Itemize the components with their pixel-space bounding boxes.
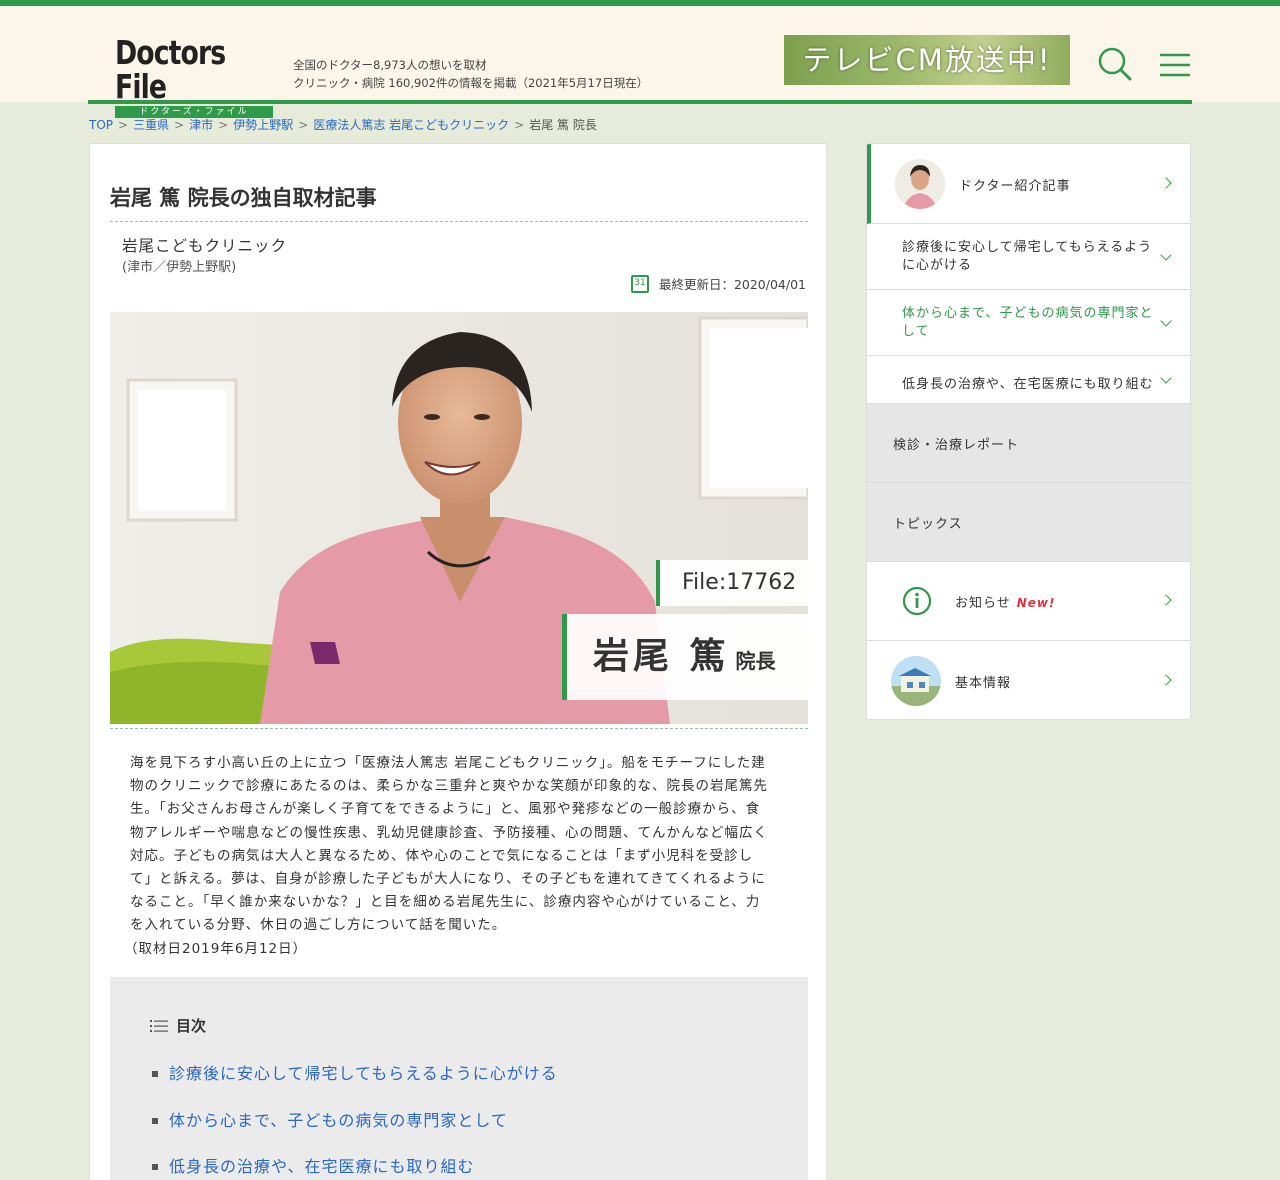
chevron-right-icon bbox=[1160, 177, 1172, 189]
image-divider bbox=[110, 728, 808, 729]
toc-item: 診療後に安心して帰宅してもらえるように心がける bbox=[152, 1051, 558, 1098]
breadcrumb: TOP > 三重県 > 津市 > 伊勢上野駅 > 医療法人篤志 岩尾こどもクリニック > 岩尾 篤 … bbox=[89, 116, 597, 133]
toc-title: 目次 bbox=[150, 1015, 206, 1036]
breadcrumb-separator: > bbox=[298, 118, 309, 132]
bullet-icon bbox=[152, 1071, 158, 1078]
sidebar-label: 体から心まで、子どもの病気の専門家と して bbox=[902, 305, 1153, 341]
lead-line: て」と訴える。夢は、自身が診療した子どもが大人になり、その子どもを連れてきてくれ… bbox=[130, 871, 766, 888]
sidebar-label-line: に心がける bbox=[902, 258, 973, 273]
toc-link[interactable]: 体から心まで、子どもの病気の専門家として bbox=[169, 1108, 508, 1134]
calendar-icon: 31 bbox=[630, 274, 649, 293]
lead-line: 物アレルギーや喘息などの慢性疾患、乳幼児健康診査、予防接種、心の問題、てんかんな… bbox=[130, 824, 768, 841]
doctor-thumbnail bbox=[895, 159, 945, 209]
search-icon bbox=[1098, 47, 1132, 81]
lead-line: 対応。子どもの病気は大人と異なるため、体や心のことで気になることは「まず小児科を… bbox=[130, 847, 754, 864]
tv-cm-banner[interactable]: テレビCM放送中! bbox=[784, 35, 1070, 85]
table-of-contents: 目次 診療後に安心して帰宅してもらえるように心がける 体から心まで、子どもの病気… bbox=[110, 977, 808, 1180]
lead-line: 海を見下ろす小高い丘の上に立つ「医療法人篤志 岩尾こどもクリニック」。船をモチー… bbox=[130, 755, 766, 771]
sidebar-label-line: 診療後に安心して帰宅してもらえるよう bbox=[902, 240, 1153, 255]
breadcrumb-separator: > bbox=[218, 118, 229, 132]
chevron-right-icon bbox=[1160, 594, 1172, 606]
clinic-name-link[interactable]: 岩尾こどもクリニック bbox=[122, 234, 287, 256]
chevron-down-icon bbox=[1160, 249, 1172, 261]
bullet-icon bbox=[152, 1117, 158, 1124]
site-logo[interactable]: Doctors File ドクターズ・ファイル bbox=[115, 36, 275, 118]
toc-link[interactable]: 診療後に安心して帰宅してもらえるように心がける bbox=[169, 1061, 558, 1087]
clinic-location: (津市／伊勢上野駅) bbox=[122, 260, 237, 275]
site-tagline: 全国のドクター8,973人の想いを取材 クリニック・病院 160,902件の情報… bbox=[293, 56, 648, 92]
sidebar-label: 診療後に安心して帰宅してもらえるよう に心がける bbox=[902, 239, 1152, 275]
breadcrumb-prefecture[interactable]: 三重県 bbox=[133, 118, 169, 132]
sidebar-label: 基本情報 bbox=[955, 676, 1012, 691]
breadcrumb-clinic[interactable]: 医療法人篤志 岩尾こどもクリニック bbox=[313, 118, 509, 132]
sidebar-label: 検診・治療レポート bbox=[893, 438, 1020, 453]
sidebar-item-doctor-intro[interactable]: ドクター紹介記事 bbox=[867, 144, 1190, 224]
sidebar-item-report[interactable]: 検診・治療レポート bbox=[867, 404, 1190, 483]
toc-link[interactable]: 低身長の治療や、在宅医療にも取り組む bbox=[169, 1154, 475, 1180]
sidebar-item-topics[interactable]: トピックス bbox=[867, 483, 1190, 562]
site-header: Doctors File ドクターズ・ファイル 全国のドクター8,973人の想い… bbox=[0, 6, 1280, 118]
sidebar-item-section-3[interactable]: 低身長の治療や、在宅医療にも取り組む bbox=[867, 356, 1190, 404]
clinic-avatar bbox=[891, 656, 941, 706]
article-sidebar: ドクター紹介記事 診療後に安心して帰宅してもらえるよう に心がける 体から心まで、… bbox=[866, 143, 1191, 720]
sidebar-label: 低身長の治療や、在宅医療にも取り組む bbox=[902, 377, 1154, 392]
sidebar-label-line: して bbox=[902, 324, 930, 339]
sidebar-item-basic-info[interactable]: 基本情報 bbox=[867, 641, 1190, 719]
article-lead: 海を見下ろす小高い丘の上に立つ「医療法人篤志 岩尾こどもクリニック」。船をモチー… bbox=[124, 752, 790, 961]
doctor-hero-image: File:17762 岩尾 篤院長 bbox=[110, 312, 808, 724]
last-updated: 31 最終更新日：2020/04/01 bbox=[630, 274, 806, 293]
hamburger-icon bbox=[1160, 53, 1190, 77]
toc-title-text: 目次 bbox=[176, 1017, 207, 1035]
lead-line: を入れている分野、休日の過ごし方について話を聞いた。 bbox=[130, 917, 507, 934]
breadcrumb-current: 岩尾 篤 院長 bbox=[529, 118, 597, 132]
breadcrumb-station[interactable]: 伊勢上野駅 bbox=[233, 118, 293, 132]
lead-line: 物のクリニックで診療にあたるのは、柔らかな三重弁と爽やかな笑顔が印象的な、院長の… bbox=[130, 778, 768, 795]
lead-line: 生。「お父さんお母さんが楽しく子育てをできるように」と、風邪や発疹などの一般診療… bbox=[130, 801, 761, 818]
toc-item: 低身長の治療や、在宅医療にも取り組む bbox=[152, 1144, 558, 1180]
file-number: File:17762 bbox=[656, 560, 808, 606]
list-icon bbox=[150, 1019, 168, 1032]
logo-title: Doctors File bbox=[115, 33, 226, 106]
toc-item: 体から心まで、子どもの病気の専門家として bbox=[152, 1098, 558, 1145]
breadcrumb-top[interactable]: TOP bbox=[89, 118, 113, 132]
header-underline bbox=[88, 100, 1192, 104]
sidebar-label: トピックス bbox=[893, 517, 963, 532]
search-button[interactable] bbox=[1095, 44, 1135, 84]
doctor-role: 院長 bbox=[735, 649, 776, 673]
breadcrumb-city[interactable]: 津市 bbox=[189, 118, 213, 132]
breadcrumb-separator: > bbox=[118, 118, 129, 132]
sidebar-item-section-2[interactable]: 体から心まで、子どもの病気の専門家と して bbox=[867, 290, 1190, 356]
chevron-right-icon bbox=[1160, 674, 1172, 686]
doctor-nameplate: 岩尾 篤院長 bbox=[562, 614, 808, 700]
doctor-avatar bbox=[895, 159, 945, 209]
breadcrumb-separator: > bbox=[174, 118, 185, 132]
toc-list: 診療後に安心して帰宅してもらえるように心がける 体から心まで、子どもの病気の専門… bbox=[152, 1051, 558, 1180]
last-updated-text: 最終更新日：2020/04/01 bbox=[658, 277, 806, 292]
page-title: 岩尾 篤 院長の独自取材記事 bbox=[110, 186, 377, 210]
info-icon bbox=[902, 586, 932, 616]
sidebar-label-line: 体から心まで、子どもの病気の専門家と bbox=[902, 306, 1154, 321]
clinic-thumbnail bbox=[891, 656, 941, 706]
interview-date: （取材日2019年6月12日） bbox=[124, 940, 308, 957]
chevron-down-icon bbox=[1160, 372, 1172, 384]
breadcrumb-separator: > bbox=[514, 118, 525, 132]
new-badge: New! bbox=[1016, 596, 1056, 610]
article-card: 岩尾 篤 院長の独自取材記事 岩尾こどもクリニック (津市／伊勢上野駅) 31 … bbox=[89, 143, 827, 1180]
sidebar-label: ドクター紹介記事 bbox=[959, 179, 1071, 194]
news-label: お知らせ bbox=[955, 596, 1011, 611]
sidebar-label: お知らせ New! bbox=[955, 592, 1056, 611]
tagline-clinics: クリニック・病院 160,902件の情報を掲載（2021年5月17日現在） bbox=[293, 76, 649, 90]
title-divider bbox=[110, 221, 808, 222]
bullet-icon bbox=[152, 1164, 158, 1171]
tagline-doctors: 全国のドクター8,973人の想いを取材 bbox=[293, 58, 487, 72]
chevron-down-icon bbox=[1160, 315, 1172, 327]
lead-line: なること。「早く誰か来ないかな？」と目を細める岩尾先生に、診療内容や心がけている… bbox=[130, 894, 761, 911]
doctor-name: 岩尾 篤 bbox=[593, 636, 730, 677]
sidebar-item-section-1[interactable]: 診療後に安心して帰宅してもらえるよう に心がける bbox=[867, 224, 1190, 290]
sidebar-item-news[interactable]: お知らせ New! bbox=[867, 562, 1190, 641]
menu-button[interactable] bbox=[1158, 50, 1192, 80]
